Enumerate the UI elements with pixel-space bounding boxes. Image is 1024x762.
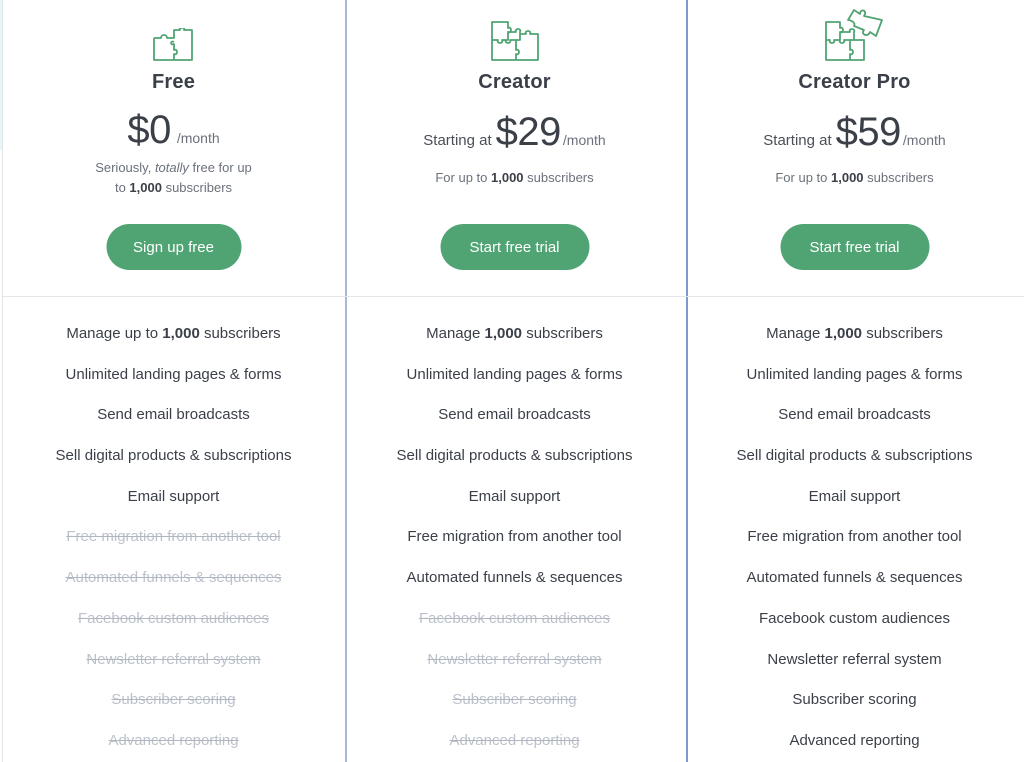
start-free-trial-button[interactable]: Start free trial xyxy=(780,224,929,270)
plan-name: Creator Pro xyxy=(798,71,911,93)
feature-item-included: Email support xyxy=(468,487,561,505)
feature-list: Manage 1,000 subscribers Unlimited landin… xyxy=(685,314,1024,762)
feature-item-excluded: Facebook custom audiences xyxy=(78,609,269,627)
feature-item-excluded: Subscriber scoring xyxy=(452,691,577,709)
price: Starting at $29 /month xyxy=(344,110,685,155)
plan-description: For up to 1,000 subscribers xyxy=(435,170,594,185)
feature-item-included: Email support xyxy=(808,487,901,505)
plan-name: Free xyxy=(151,71,196,93)
feature-item-included: Free migration from another tool xyxy=(407,528,622,546)
feature-item-included: Newsletter referral system xyxy=(767,650,942,668)
feature-item-excluded: Automated funnels & sequences xyxy=(65,569,282,587)
plan-card-creator: Creator Starting at $29 /month For up to… xyxy=(344,0,685,762)
column-divider xyxy=(345,0,347,762)
column-divider xyxy=(686,0,688,762)
plan-card-free: Free $0 /month Seriously, totally free f… xyxy=(3,0,344,762)
feature-item-excluded: Advanced reporting xyxy=(449,731,580,749)
feature-item-included: Unlimited landing pages & forms xyxy=(65,365,282,383)
start-free-trial-button[interactable]: Start free trial xyxy=(440,224,589,270)
feature-list: Manage 1,000 subscribers Unlimited landin… xyxy=(344,314,685,762)
plan-name: Creator xyxy=(478,71,551,93)
feature-item-included: Sell digital products & subscriptions xyxy=(55,447,292,465)
feature-item-included: Manage 1,000 subscribers xyxy=(766,325,943,342)
feature-list: Manage up to 1,000 subscribers Unlimited … xyxy=(3,314,344,762)
feature-item-excluded: Subscriber scoring xyxy=(111,691,236,709)
price-prefix: Starting at xyxy=(763,132,832,149)
feature-item-excluded: Advanced reporting xyxy=(108,731,239,749)
feature-item-included: Manage up to 1,000 subscribers xyxy=(66,325,281,342)
price: Starting at $59 /month xyxy=(685,110,1024,155)
feature-item-included: Email support xyxy=(127,487,220,505)
feature-item-included: Automated funnels & sequences xyxy=(406,569,623,587)
feature-item-included: Subscriber scoring xyxy=(792,691,917,709)
single-puzzle-icon xyxy=(152,28,193,61)
feature-item-included: Sell digital products & subscriptions xyxy=(736,447,973,465)
feature-item-excluded: Free migration from another tool xyxy=(66,528,281,546)
feature-item-included: Facebook custom audiences xyxy=(759,609,950,627)
feature-item-included: Unlimited landing pages & forms xyxy=(746,365,963,383)
feature-item-included: Send email broadcasts xyxy=(97,406,250,424)
feature-item-included: Advanced reporting xyxy=(789,731,920,749)
price-amount: $29 xyxy=(495,110,562,154)
feature-item-included: Unlimited landing pages & forms xyxy=(406,365,623,383)
feature-item-included: Send email broadcasts xyxy=(438,406,591,424)
price-amount: $0 xyxy=(127,108,171,152)
price-prefix: Starting at xyxy=(423,132,492,149)
plan-card-creator-pro: Creator Pro Starting at $59 /month For u… xyxy=(685,0,1024,762)
feature-item-excluded: Facebook custom audiences xyxy=(419,609,610,627)
pricing-table: Free $0 /month Seriously, totally free f… xyxy=(3,0,1024,762)
price-unit: /month xyxy=(562,132,606,148)
sign-up-free-button[interactable]: Sign up free xyxy=(106,224,241,270)
feature-item-excluded: Newsletter referral system xyxy=(86,650,261,668)
feature-item-included: Automated funnels & sequences xyxy=(746,569,963,587)
section-divider xyxy=(3,296,1024,297)
feature-item-included: Sell digital products & subscriptions xyxy=(396,447,633,465)
feature-item-included: Free migration from another tool xyxy=(747,528,962,546)
puzzle-pieces-icon xyxy=(490,21,539,61)
plan-description: Seriously, totally free for up to 1,000 … xyxy=(95,160,252,195)
feature-item-excluded: Newsletter referral system xyxy=(427,650,602,668)
price-unit: /month xyxy=(176,130,220,146)
price-amount: $59 xyxy=(835,110,902,154)
feature-item-included: Manage 1,000 subscribers xyxy=(426,325,603,342)
feature-item-included: Send email broadcasts xyxy=(778,406,931,424)
puzzle-cluster-icon xyxy=(824,9,883,61)
price: $0 /month xyxy=(3,108,344,153)
price-unit: /month xyxy=(902,132,946,148)
plan-description: For up to 1,000 subscribers xyxy=(775,170,934,185)
